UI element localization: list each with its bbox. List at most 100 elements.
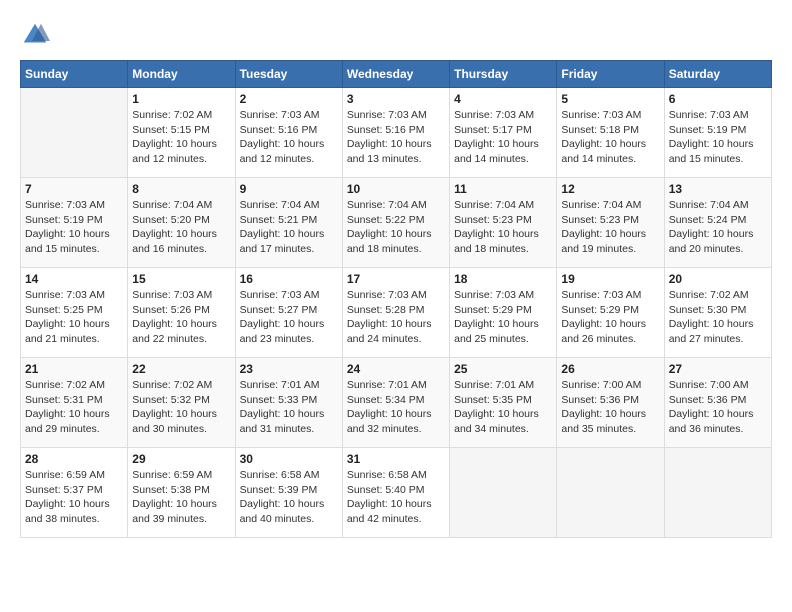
calendar-cell: 22 Sunrise: 7:02 AM Sunset: 5:32 PM Dayli… (128, 358, 235, 448)
weekday-header: Tuesday (235, 61, 342, 88)
day-info: Sunrise: 7:03 AM Sunset: 5:27 PM Dayligh… (240, 288, 338, 347)
logo (20, 20, 54, 50)
calendar-cell: 21Sunrise: 7:02 AM Sunset: 5:31 PM Dayli… (21, 358, 128, 448)
calendar-cell: 23 Sunrise: 7:01 AM Sunset: 5:33 PM Dayli… (235, 358, 342, 448)
calendar-cell: 3 Sunrise: 7:03 AM Sunset: 5:16 PM Daylig… (342, 88, 449, 178)
calendar-week: 28 Sunrise: 6:59 AM Sunset: 5:37 PM Dayli… (21, 448, 772, 538)
day-info: Sunrise: 7:01 AM Sunset: 5:35 PM Dayligh… (454, 378, 552, 437)
day-number: 27 (669, 362, 767, 376)
calendar-week: 1Sunrise: 7:02 AM Sunset: 5:15 PM Daylig… (21, 88, 772, 178)
day-info: Sunrise: 7:01 AM Sunset: 5:34 PM Dayligh… (347, 378, 445, 437)
day-number: 30 (240, 452, 338, 466)
day-info: Sunrise: 7:03 AM Sunset: 5:29 PM Dayligh… (561, 288, 659, 347)
day-number: 4 (454, 92, 552, 106)
day-info: Sunrise: 7:03 AM Sunset: 5:25 PM Dayligh… (25, 288, 123, 347)
day-info: Sunrise: 7:04 AM Sunset: 5:23 PM Dayligh… (561, 198, 659, 257)
day-number: 6 (669, 92, 767, 106)
calendar-cell: 12 Sunrise: 7:04 AM Sunset: 5:23 PM Dayli… (557, 178, 664, 268)
weekday-header: Saturday (664, 61, 771, 88)
calendar-cell: 20Sunrise: 7:02 AM Sunset: 5:30 PM Dayli… (664, 268, 771, 358)
day-info: Sunrise: 7:03 AM Sunset: 5:16 PM Dayligh… (240, 108, 338, 167)
day-number: 17 (347, 272, 445, 286)
day-info: Sunrise: 6:59 AM Sunset: 5:37 PM Dayligh… (25, 468, 123, 527)
weekday-header: Thursday (450, 61, 557, 88)
calendar-cell: 19 Sunrise: 7:03 AM Sunset: 5:29 PM Dayli… (557, 268, 664, 358)
weekday-row: SundayMondayTuesdayWednesdayThursdayFrid… (21, 61, 772, 88)
day-info: Sunrise: 7:04 AM Sunset: 5:20 PM Dayligh… (132, 198, 230, 257)
calendar-cell: 11Sunrise: 7:04 AM Sunset: 5:23 PM Dayli… (450, 178, 557, 268)
day-info: Sunrise: 6:58 AM Sunset: 5:39 PM Dayligh… (240, 468, 338, 527)
weekday-header: Friday (557, 61, 664, 88)
calendar-cell: 25Sunrise: 7:01 AM Sunset: 5:35 PM Dayli… (450, 358, 557, 448)
calendar-cell (450, 448, 557, 538)
day-number: 28 (25, 452, 123, 466)
day-number: 12 (561, 182, 659, 196)
day-info: Sunrise: 7:03 AM Sunset: 5:19 PM Dayligh… (25, 198, 123, 257)
day-number: 22 (132, 362, 230, 376)
calendar-cell: 14 Sunrise: 7:03 AM Sunset: 5:25 PM Dayli… (21, 268, 128, 358)
day-number: 7 (25, 182, 123, 196)
day-number: 13 (669, 182, 767, 196)
day-info: Sunrise: 7:03 AM Sunset: 5:18 PM Dayligh… (561, 108, 659, 167)
weekday-header: Sunday (21, 61, 128, 88)
calendar-cell: 16 Sunrise: 7:03 AM Sunset: 5:27 PM Dayli… (235, 268, 342, 358)
calendar-cell: 13 Sunrise: 7:04 AM Sunset: 5:24 PM Dayli… (664, 178, 771, 268)
day-number: 9 (240, 182, 338, 196)
day-info: Sunrise: 7:00 AM Sunset: 5:36 PM Dayligh… (561, 378, 659, 437)
calendar: SundayMondayTuesdayWednesdayThursdayFrid… (20, 60, 772, 538)
day-info: Sunrise: 6:58 AM Sunset: 5:40 PM Dayligh… (347, 468, 445, 527)
calendar-cell: 15 Sunrise: 7:03 AM Sunset: 5:26 PM Dayli… (128, 268, 235, 358)
day-info: Sunrise: 7:04 AM Sunset: 5:23 PM Dayligh… (454, 198, 552, 257)
calendar-cell: 29 Sunrise: 6:59 AM Sunset: 5:38 PM Dayli… (128, 448, 235, 538)
day-number: 8 (132, 182, 230, 196)
day-info: Sunrise: 7:00 AM Sunset: 5:36 PM Dayligh… (669, 378, 767, 437)
calendar-cell: 6 Sunrise: 7:03 AM Sunset: 5:19 PM Daylig… (664, 88, 771, 178)
day-number: 26 (561, 362, 659, 376)
calendar-body: 1Sunrise: 7:02 AM Sunset: 5:15 PM Daylig… (21, 88, 772, 538)
calendar-cell: 18Sunrise: 7:03 AM Sunset: 5:29 PM Dayli… (450, 268, 557, 358)
calendar-cell: 31 Sunrise: 6:58 AM Sunset: 5:40 PM Dayli… (342, 448, 449, 538)
day-info: Sunrise: 7:03 AM Sunset: 5:28 PM Dayligh… (347, 288, 445, 347)
day-info: Sunrise: 7:04 AM Sunset: 5:24 PM Dayligh… (669, 198, 767, 257)
day-info: Sunrise: 7:03 AM Sunset: 5:26 PM Dayligh… (132, 288, 230, 347)
calendar-cell: 5 Sunrise: 7:03 AM Sunset: 5:18 PM Daylig… (557, 88, 664, 178)
calendar-week: 7 Sunrise: 7:03 AM Sunset: 5:19 PM Daylig… (21, 178, 772, 268)
weekday-header: Monday (128, 61, 235, 88)
calendar-cell: 4 Sunrise: 7:03 AM Sunset: 5:17 PM Daylig… (450, 88, 557, 178)
day-info: Sunrise: 7:02 AM Sunset: 5:31 PM Dayligh… (25, 378, 123, 437)
calendar-cell: 27 Sunrise: 7:00 AM Sunset: 5:36 PM Dayli… (664, 358, 771, 448)
day-number: 23 (240, 362, 338, 376)
calendar-cell: 30 Sunrise: 6:58 AM Sunset: 5:39 PM Dayli… (235, 448, 342, 538)
day-number: 14 (25, 272, 123, 286)
calendar-week: 14 Sunrise: 7:03 AM Sunset: 5:25 PM Dayli… (21, 268, 772, 358)
day-number: 29 (132, 452, 230, 466)
calendar-cell (21, 88, 128, 178)
calendar-cell: 1Sunrise: 7:02 AM Sunset: 5:15 PM Daylig… (128, 88, 235, 178)
day-number: 1 (132, 92, 230, 106)
day-info: Sunrise: 7:01 AM Sunset: 5:33 PM Dayligh… (240, 378, 338, 437)
day-number: 15 (132, 272, 230, 286)
day-number: 16 (240, 272, 338, 286)
day-info: Sunrise: 7:02 AM Sunset: 5:30 PM Dayligh… (669, 288, 767, 347)
calendar-cell (664, 448, 771, 538)
calendar-cell: 2Sunrise: 7:03 AM Sunset: 5:16 PM Daylig… (235, 88, 342, 178)
day-number: 10 (347, 182, 445, 196)
day-info: Sunrise: 6:59 AM Sunset: 5:38 PM Dayligh… (132, 468, 230, 527)
day-number: 3 (347, 92, 445, 106)
page-header (20, 20, 772, 50)
calendar-cell: 10 Sunrise: 7:04 AM Sunset: 5:22 PM Dayli… (342, 178, 449, 268)
day-info: Sunrise: 7:02 AM Sunset: 5:32 PM Dayligh… (132, 378, 230, 437)
calendar-header: SundayMondayTuesdayWednesdayThursdayFrid… (21, 61, 772, 88)
calendar-cell: 8 Sunrise: 7:04 AM Sunset: 5:20 PM Daylig… (128, 178, 235, 268)
day-info: Sunrise: 7:04 AM Sunset: 5:22 PM Dayligh… (347, 198, 445, 257)
calendar-cell: 28 Sunrise: 6:59 AM Sunset: 5:37 PM Dayli… (21, 448, 128, 538)
calendar-week: 21Sunrise: 7:02 AM Sunset: 5:31 PM Dayli… (21, 358, 772, 448)
day-number: 19 (561, 272, 659, 286)
day-number: 31 (347, 452, 445, 466)
calendar-cell: 7 Sunrise: 7:03 AM Sunset: 5:19 PM Daylig… (21, 178, 128, 268)
day-info: Sunrise: 7:03 AM Sunset: 5:19 PM Dayligh… (669, 108, 767, 167)
day-info: Sunrise: 7:03 AM Sunset: 5:16 PM Dayligh… (347, 108, 445, 167)
logo-icon (20, 20, 50, 50)
day-info: Sunrise: 7:03 AM Sunset: 5:17 PM Dayligh… (454, 108, 552, 167)
day-number: 5 (561, 92, 659, 106)
